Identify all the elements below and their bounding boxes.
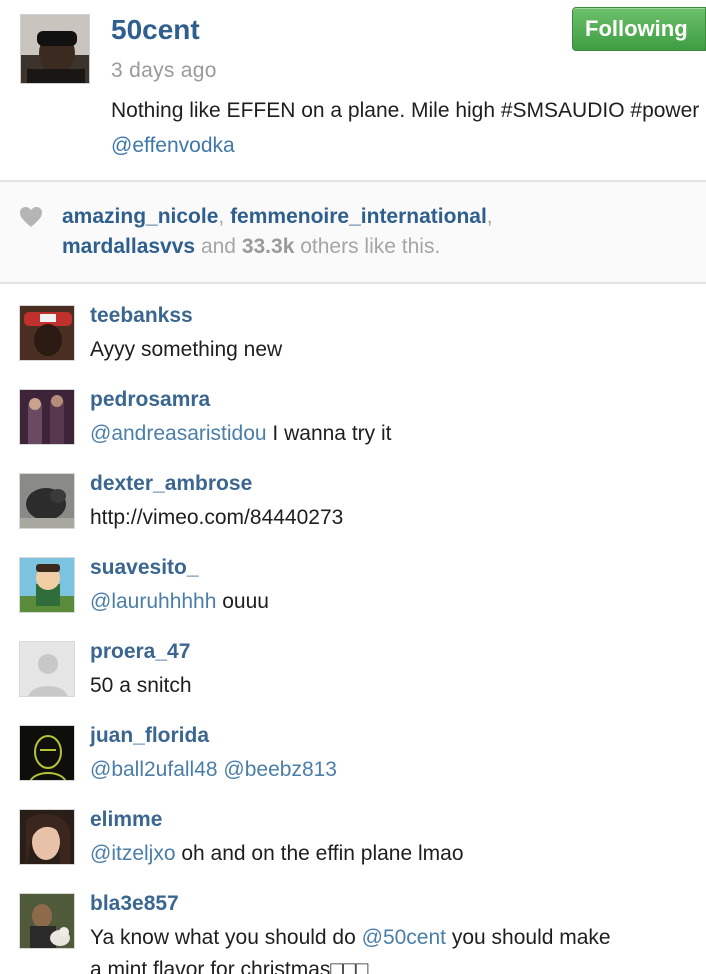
comment-mention[interactable]: @50cent bbox=[362, 926, 446, 949]
comment-mention[interactable]: @itzeljxo bbox=[90, 842, 176, 865]
comments-list: teebankss Ayyy something new pedrosamra … bbox=[0, 284, 706, 974]
comment-item: dexter_ambrose http://vimeo.com/84440273 bbox=[0, 452, 706, 536]
comment-item: juan_florida @ball2ufall48 @beebz813 bbox=[0, 704, 706, 788]
comment-item: bla3e857 Ya know what you should do @50c… bbox=[0, 872, 706, 974]
poster-avatar[interactable] bbox=[20, 14, 90, 84]
comment-body: http://vimeo.com/84440273 bbox=[90, 506, 344, 529]
comment-text: @lauruhhhhh ouuu bbox=[90, 590, 269, 614]
post-header: 50cent 3 days ago Nothing like EFFEN on … bbox=[0, 0, 706, 182]
comment-text-line2: a mint flavor for christmas□□□ bbox=[90, 958, 369, 974]
comment-body: Ayyy something new bbox=[90, 338, 283, 361]
default-avatar-icon[interactable] bbox=[19, 641, 75, 697]
comment-text: http://vimeo.com/84440273 bbox=[90, 506, 343, 530]
commenter-avatar[interactable] bbox=[19, 305, 75, 361]
likes-section: amazing_nicole, femmenoire_international… bbox=[0, 182, 706, 284]
caption-text: Nothing like EFFEN on a plane. Mile high… bbox=[111, 99, 700, 122]
commenter-avatar[interactable] bbox=[19, 893, 75, 949]
comment-body-pre: Ya know what you should do bbox=[90, 926, 362, 949]
comment-body: oh and on the effin plane lmao bbox=[175, 842, 464, 865]
heart-icon[interactable] bbox=[19, 206, 43, 228]
likes-and: and bbox=[195, 235, 242, 258]
comment-item: teebankss Ayyy something new bbox=[0, 284, 706, 368]
comment-username[interactable]: bla3e857 bbox=[90, 892, 179, 916]
commenter-avatar[interactable] bbox=[19, 389, 75, 445]
comment-text: Ya know what you should do @50cent you s… bbox=[90, 926, 611, 950]
liker-link[interactable]: amazing_nicole bbox=[62, 205, 218, 228]
comment-body: 50 a snitch bbox=[90, 674, 192, 697]
comment-username[interactable]: proera_47 bbox=[90, 640, 190, 664]
comment-item: proera_47 50 a snitch bbox=[0, 620, 706, 704]
caption-mention[interactable]: @effenvodka bbox=[111, 134, 235, 157]
poster-username[interactable]: 50cent bbox=[111, 14, 200, 46]
comment-body: I wanna try it bbox=[266, 422, 392, 445]
comment-text: @andreasaristidou I wanna try it bbox=[90, 422, 391, 446]
comment-username[interactable]: elimme bbox=[90, 808, 162, 832]
comment-mention[interactable]: @lauruhhhhh bbox=[90, 590, 216, 613]
following-button[interactable]: Following bbox=[572, 7, 706, 51]
comment-username[interactable]: suavesito_ bbox=[90, 556, 199, 580]
likes-summary: amazing_nicole, femmenoire_international… bbox=[62, 205, 493, 258]
post-timestamp: 3 days ago bbox=[111, 59, 217, 82]
comment-body: ouuu bbox=[216, 590, 269, 613]
comment-username[interactable]: teebankss bbox=[90, 304, 193, 328]
comment-username[interactable]: dexter_ambrose bbox=[90, 472, 252, 496]
comment-text: @itzeljxo oh and on the effin plane lmao bbox=[90, 842, 464, 866]
comment-text: Ayyy something new bbox=[90, 338, 282, 362]
commenter-avatar[interactable] bbox=[19, 725, 75, 781]
commenter-avatar[interactable] bbox=[19, 809, 75, 865]
commenter-avatar[interactable] bbox=[19, 557, 75, 613]
likes-count[interactable]: 33.3k bbox=[242, 235, 295, 258]
comment-item: suavesito_ @lauruhhhhh ouuu bbox=[0, 536, 706, 620]
post-caption: Nothing like EFFEN on a plane. Mile high… bbox=[111, 93, 703, 163]
comment-item: elimme @itzeljxo oh and on the effin pla… bbox=[0, 788, 706, 872]
commenter-avatar[interactable] bbox=[19, 473, 75, 529]
comment-username[interactable]: juan_florida bbox=[90, 724, 209, 748]
liker-link[interactable]: femmenoire_international bbox=[230, 205, 487, 228]
comment-mention[interactable]: @andreasaristidou bbox=[90, 422, 267, 445]
comment-text: @ball2ufall48 @beebz813 bbox=[90, 758, 337, 782]
comment-body: you should make bbox=[446, 926, 611, 949]
comment-item: pedrosamra @andreasaristidou I wanna try… bbox=[0, 368, 706, 452]
comment-text: 50 a snitch bbox=[90, 674, 192, 698]
liker-link[interactable]: mardallasvvs bbox=[62, 235, 195, 258]
comment-mention[interactable]: @ball2ufall48 @beebz813 bbox=[90, 758, 337, 781]
likes-suffix: others like this. bbox=[294, 235, 441, 258]
comment-username[interactable]: pedrosamra bbox=[90, 388, 210, 412]
